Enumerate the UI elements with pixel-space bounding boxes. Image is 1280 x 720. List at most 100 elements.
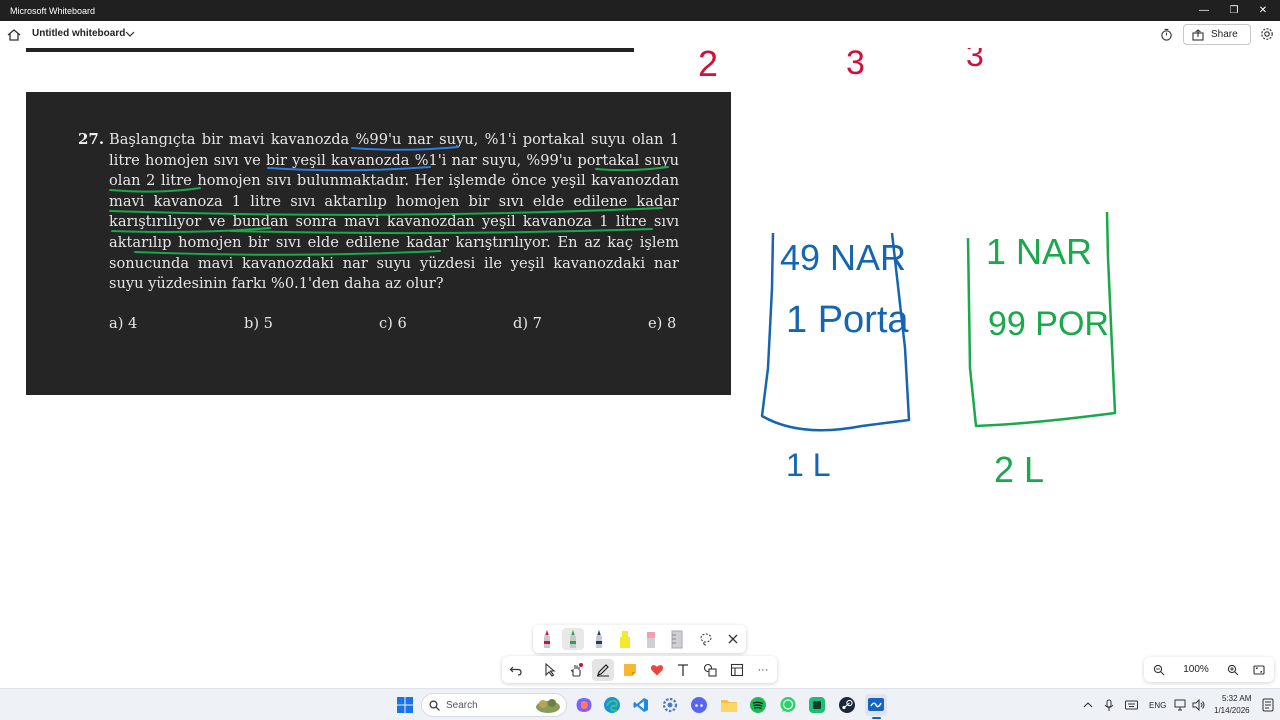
- choice-c: c) 6: [379, 315, 407, 332]
- taskbar-app-green[interactable]: [806, 694, 828, 716]
- taskbar-app-gear[interactable]: [659, 694, 681, 716]
- search-icon: [429, 700, 440, 711]
- partial-image-edge: [26, 48, 634, 52]
- close-icon: [728, 634, 738, 644]
- pen-tray: [533, 625, 746, 653]
- templates-icon: [730, 663, 744, 677]
- taskbar-whatsapp[interactable]: [777, 694, 799, 716]
- green-jar-outline: [966, 211, 1117, 428]
- touch-drawing-tool[interactable]: [565, 659, 587, 681]
- whiteboard-title[interactable]: Untitled whiteboard: [32, 28, 125, 39]
- ruler-icon: [671, 630, 683, 649]
- share-button[interactable]: Share: [1183, 24, 1251, 45]
- main-toolbar: ···: [502, 656, 777, 683]
- folder-icon: [721, 700, 737, 712]
- eraser[interactable]: [640, 628, 662, 650]
- green-pen-icon: [570, 630, 576, 648]
- close-window-button[interactable]: ✕: [1246, 0, 1280, 21]
- volume-icon[interactable]: [1192, 699, 1206, 711]
- app-green-icon: [809, 697, 825, 713]
- question-text: Başlangıçta bir mavi kavanozda %99'u nar…: [109, 131, 679, 293]
- spotify-icon: [750, 697, 766, 713]
- minimize-button[interactable]: —: [1187, 0, 1221, 21]
- network-icon[interactable]: [1174, 699, 1188, 711]
- keyboard-icon[interactable]: [1125, 700, 1138, 710]
- blue-jar-line2: 1 Porta: [786, 299, 909, 341]
- more-tools-button[interactable]: ···: [752, 659, 774, 681]
- hand-icon: [570, 663, 583, 677]
- taskbar-search[interactable]: Search: [421, 693, 567, 717]
- ink-digit-2: 2: [698, 48, 718, 84]
- gear-icon[interactable]: [1260, 27, 1274, 41]
- fit-screen-icon: [1253, 664, 1265, 675]
- language-indicator[interactable]: ENG: [1149, 701, 1166, 710]
- window-titlebar: Microsoft Whiteboard — ❐ ✕: [0, 0, 1280, 21]
- whiteboard-canvas[interactable]: 27. Başlangıçta bir mavi kavanozda %99'u…: [0, 48, 1280, 688]
- eraser-icon: [647, 632, 655, 648]
- question-image[interactable]: 27. Başlangıçta bir mavi kavanozda %99'u…: [26, 92, 731, 395]
- whiteboard-app-icon: [868, 698, 884, 711]
- templates-tool[interactable]: [726, 659, 748, 681]
- vscode-icon: [633, 698, 648, 712]
- zoom-level[interactable]: 100%: [1176, 657, 1216, 682]
- lasso-select[interactable]: [695, 628, 717, 650]
- blue-pen-icon: [596, 630, 602, 648]
- settings-app-icon: [662, 697, 678, 713]
- question-number: 27.: [78, 130, 105, 148]
- undo-button[interactable]: [505, 659, 527, 681]
- choice-a: a) 4: [109, 315, 138, 332]
- microphone-icon[interactable]: [1104, 699, 1114, 712]
- taskbar-copilot[interactable]: [573, 694, 595, 716]
- clock-date[interactable]: 1/14/2026: [1214, 706, 1250, 715]
- home-icon[interactable]: [6, 27, 22, 43]
- fit-to-screen-button[interactable]: [1250, 657, 1268, 682]
- taskbar-vscode[interactable]: [630, 694, 652, 716]
- edge-icon: [604, 697, 620, 713]
- window-title: Microsoft Whiteboard: [10, 5, 96, 16]
- taskbar-whiteboard[interactable]: [865, 694, 887, 719]
- answer-choices: a) 4 b) 5 c) 6 d) 7 e) 8: [109, 315, 679, 335]
- share-icon: [1192, 28, 1204, 41]
- close-pen-tray[interactable]: [722, 628, 744, 650]
- taskbar-discord[interactable]: [688, 694, 710, 716]
- notification-icon[interactable]: [1262, 698, 1274, 712]
- windows-logo-icon: [397, 697, 413, 713]
- cursor-icon: [545, 663, 556, 677]
- discord-icon: [691, 697, 707, 713]
- sticky-note-tool[interactable]: [619, 659, 641, 681]
- select-tool[interactable]: [539, 659, 561, 681]
- ruler[interactable]: [666, 628, 688, 650]
- shapes-tool[interactable]: [699, 659, 721, 681]
- zoom-out-button[interactable]: [1150, 657, 1168, 682]
- green-jar-line1: 1 NAR: [986, 231, 1092, 272]
- zoom-out-icon: [1153, 664, 1165, 675]
- red-pen[interactable]: [536, 628, 558, 650]
- taskbar-edge[interactable]: [601, 694, 623, 716]
- choice-b: b) 5: [244, 315, 273, 332]
- blue-pen[interactable]: [588, 628, 610, 650]
- yellow-highlighter[interactable]: [614, 628, 636, 650]
- green-jar-volume: 2 L: [994, 449, 1044, 490]
- inking-tool[interactable]: [592, 659, 614, 681]
- steam-icon: [839, 697, 855, 713]
- tray-chevron-up-icon[interactable]: [1083, 701, 1093, 709]
- taskbar-spotify[interactable]: [747, 694, 769, 716]
- green-pen[interactable]: [562, 628, 584, 650]
- timer-icon[interactable]: [1160, 28, 1173, 41]
- start-button[interactable]: [394, 694, 416, 716]
- zoom-in-button[interactable]: [1224, 657, 1242, 682]
- choice-e: e) 8: [648, 315, 677, 332]
- text-icon: [678, 664, 688, 676]
- search-placeholder: Search: [446, 699, 478, 711]
- ink-digit-3b: 3: [966, 48, 984, 73]
- clock-time[interactable]: 5:32 AM: [1222, 694, 1251, 703]
- text-tool[interactable]: [672, 659, 694, 681]
- reactions-tool[interactable]: [646, 659, 668, 681]
- choice-d: d) 7: [513, 315, 542, 332]
- taskbar-steam[interactable]: [836, 694, 858, 716]
- windows-taskbar: Search ENG 5:32 AM 1/14/2026: [0, 688, 1280, 720]
- taskbar-file-explorer[interactable]: [718, 694, 740, 716]
- undo-icon: [509, 666, 522, 676]
- blue-jar-volume: 1 L: [786, 447, 830, 483]
- chevron-down-icon[interactable]: [125, 30, 135, 38]
